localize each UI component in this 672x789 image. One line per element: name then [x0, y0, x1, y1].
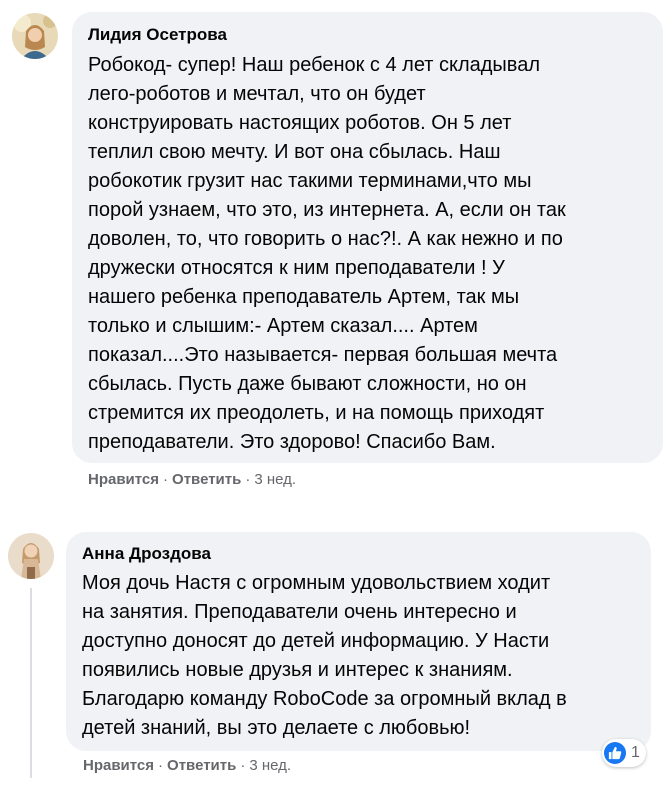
comment-line: только и слышим:- Артем сказал.... Артем	[88, 315, 478, 337]
comment-timestamp[interactable]: 3 нед.	[254, 471, 296, 488]
thread-line	[30, 588, 32, 778]
separator-dot: ·	[240, 757, 246, 774]
like-button[interactable]: Нравится	[88, 471, 159, 488]
reply-button[interactable]: Ответить	[167, 757, 236, 774]
comment-line: Моя дочь Настя с огромным удовольствием …	[82, 572, 551, 594]
reaction-summary[interactable]: 1	[602, 739, 646, 767]
comment-line: стремится их преодолеть, и на помощь при…	[88, 402, 545, 424]
comment-line: конструировать настоящих роботов. Он 5 л…	[88, 112, 512, 134]
comment-actions: Нравится · Ответить · 3 нед.	[88, 470, 296, 490]
comment-line: Благодарю команду RoboCode за огромный в…	[82, 688, 567, 710]
avatar[interactable]	[8, 533, 54, 579]
separator-dot: ·	[158, 757, 164, 774]
comment-line: на занятия. Преподаватели очень интересн…	[82, 601, 517, 623]
comment-bubble: Лидия Осетрова Робокод- супер! Наш ребен…	[72, 12, 663, 463]
comment-line: показал....Это называется- первая больша…	[88, 344, 558, 366]
comment-actions: Нравится · Ответить · 3 нед.	[83, 756, 291, 776]
avatar[interactable]	[12, 13, 58, 59]
comment-line: лего-роботов и мечтал, что он будет	[88, 83, 426, 105]
reply-button[interactable]: Ответить	[172, 471, 241, 488]
like-icon	[604, 742, 626, 764]
comment-line: робокотик грузит нас такими терминами,чт…	[88, 170, 532, 192]
comment-line: теплил свою мечту. И вот она сбылась. На…	[88, 141, 501, 163]
comment-text: Робокод- супер! Наш ребенок с 4 лет скла…	[88, 51, 647, 457]
comment-line: сбылась. Пусть даже бывают сложности, но…	[88, 373, 527, 395]
comment-line: доволен, то, что говорить о нас?!. А как…	[88, 228, 563, 250]
comment-line: появились новые друзья и интерес к знани…	[82, 659, 513, 681]
like-button[interactable]: Нравится	[83, 757, 154, 774]
comment-text: Моя дочь Настя с огромным удовольствием …	[82, 569, 635, 743]
comment-line: доступно доносят до детей информацию. У …	[82, 630, 550, 652]
comment-author[interactable]: Лидия Осетрова	[88, 24, 647, 46]
comment-line: нашего ребенка преподаватель Артем, так …	[88, 286, 520, 308]
comment-line: преподаватели. Это здорово! Спасибо Вам.	[88, 431, 496, 453]
separator-dot: ·	[163, 471, 169, 488]
comment-line: дружески относятся к ним преподаватели !…	[88, 257, 505, 279]
comment-line: порой узнаем, что это, из интернета. А, …	[88, 199, 566, 221]
comment-bubble: Анна Дроздова Моя дочь Настя с огромным …	[66, 532, 651, 751]
comment-author[interactable]: Анна Дроздова	[82, 543, 635, 565]
separator-dot: ·	[245, 471, 251, 488]
comment-timestamp[interactable]: 3 нед.	[249, 757, 291, 774]
comment-line: Робокод- супер! Наш ребенок с 4 лет скла…	[88, 54, 541, 76]
comment-line: детей знаний, вы это делаете с любовью!	[82, 717, 471, 739]
reaction-count: 1	[631, 744, 640, 761]
